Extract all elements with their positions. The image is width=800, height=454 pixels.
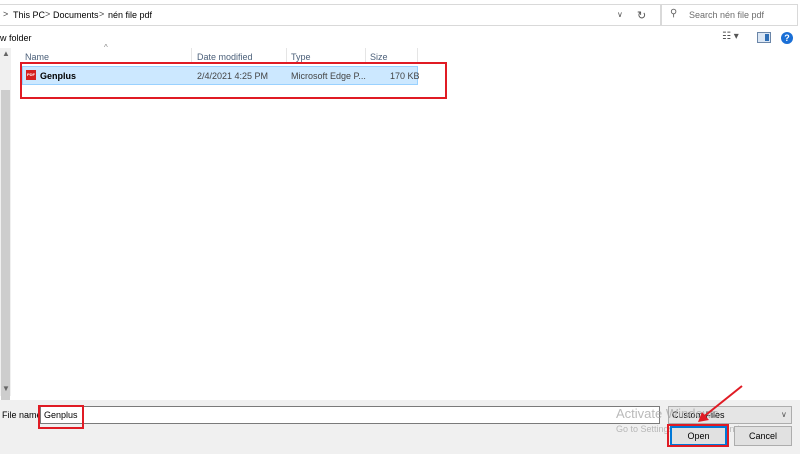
breadcrumb[interactable]: > This PC > Documents > nén file pdf ∨ ↻	[0, 4, 661, 26]
breadcrumb-separator: >	[99, 9, 105, 19]
sort-ascending-icon: ^	[104, 43, 108, 52]
scroll-up-icon[interactable]: ▲	[2, 49, 10, 58]
search-input[interactable]: ⚲ Search nén file pdf	[661, 4, 798, 26]
highlight-box	[20, 62, 447, 99]
highlight-box	[38, 405, 84, 429]
column-header-type[interactable]: Type	[291, 52, 311, 62]
column-header-date[interactable]: Date modified	[197, 52, 253, 62]
breadcrumb-folder[interactable]: nén file pdf	[108, 10, 152, 20]
nav-pane-scrollbar[interactable]: ▲ ▼	[0, 48, 11, 428]
column-header-size[interactable]: Size	[370, 52, 388, 62]
scrollbar-thumb[interactable]	[1, 90, 10, 428]
address-bar-area: > This PC > Documents > nén file pdf ∨ ↻…	[0, 0, 800, 29]
column-header-name[interactable]: Name	[25, 52, 49, 62]
breadcrumb-documents[interactable]: Documents	[53, 10, 99, 20]
toolbar: w folder ☷ ▾ ?	[0, 28, 800, 48]
refresh-icon[interactable]: ↻	[637, 9, 646, 22]
chevron-down-icon[interactable]: ∨	[617, 10, 623, 19]
breadcrumb-separator: >	[3, 9, 9, 19]
search-icon: ⚲	[670, 8, 678, 19]
annotation-arrow-icon	[698, 385, 743, 422]
new-folder-button[interactable]: w folder	[0, 33, 32, 43]
help-icon[interactable]: ?	[781, 32, 793, 44]
chevron-down-icon[interactable]: ∨	[781, 410, 787, 419]
search-placeholder: Search nén file pdf	[689, 10, 765, 20]
breadcrumb-separator: >	[45, 9, 51, 19]
view-options-icon[interactable]: ☷ ▾	[722, 31, 739, 42]
preview-pane-icon[interactable]	[757, 32, 771, 43]
scroll-down-icon[interactable]: ▼	[2, 384, 10, 393]
breadcrumb-this-pc[interactable]: This PC	[13, 10, 45, 20]
file-name-input[interactable]: Genplus ∨	[40, 406, 697, 425]
dialog-footer: File name: Genplus ∨ Custom Files ∨ Acti…	[0, 400, 800, 454]
